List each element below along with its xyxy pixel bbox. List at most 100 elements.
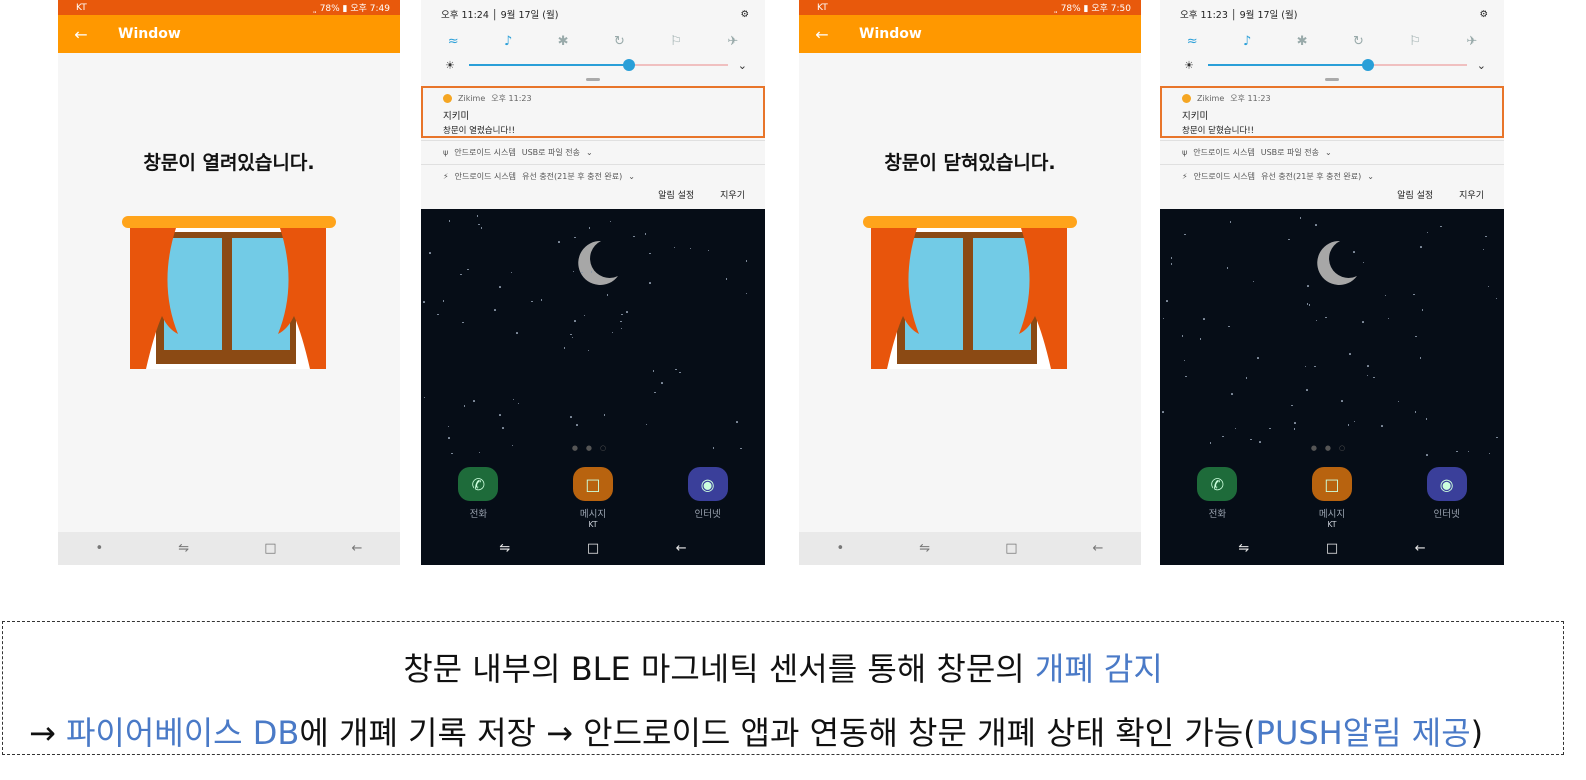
- home-icon[interactable]: □: [1005, 541, 1017, 556]
- internet-icon: ◉: [687, 467, 728, 501]
- expand-chevron-icon[interactable]: ⌄: [738, 59, 747, 72]
- chevron-down-icon[interactable]: ⌄: [628, 172, 635, 181]
- expand-chevron-icon[interactable]: ⌄: [1477, 59, 1486, 72]
- notification-body: 창문이 닫혔습니다!!: [1182, 126, 1255, 136]
- rotate-icon[interactable]: ↻: [1353, 34, 1364, 49]
- brightness-knob[interactable]: [623, 59, 636, 71]
- app-bar: ← Window: [799, 15, 1141, 53]
- back-icon[interactable]: ←: [1093, 541, 1104, 556]
- back-icon[interactable]: ←: [352, 541, 363, 556]
- star: [707, 249, 710, 252]
- drag-handle[interactable]: [1325, 78, 1339, 81]
- dock-internet[interactable]: ◉ 인터넷: [678, 467, 738, 529]
- caption-box: 창문 내부의 BLE 마그네틱 센서를 통해 창문의 개폐 감지 → 파이어베이…: [2, 621, 1564, 755]
- star: [1181, 335, 1183, 337]
- dock-internet[interactable]: ◉ 인터넷: [1417, 467, 1477, 529]
- brightness-slider[interactable]: [468, 59, 728, 71]
- caption-highlight: 파이어베이스 DB: [65, 714, 300, 752]
- star: [1381, 425, 1383, 427]
- caption-highlight: PUSH알림 제공: [1255, 714, 1471, 752]
- caption-text: 에 개폐 기록 저장 → 안드로이드 앱과 연동해 창문 개폐 상태 확인 가능…: [299, 714, 1256, 752]
- home-icon[interactable]: □: [1326, 541, 1338, 556]
- mute-icon[interactable]: ♪: [504, 34, 512, 49]
- home-icon[interactable]: □: [587, 541, 599, 556]
- back-arrow-icon[interactable]: ←: [799, 25, 845, 44]
- bluetooth-icon[interactable]: ✱: [1297, 34, 1308, 49]
- star: [1185, 375, 1187, 378]
- star: [652, 370, 655, 372]
- recent-apps-icon[interactable]: ⇋: [178, 541, 189, 556]
- chevron-down-icon[interactable]: ⌄: [586, 148, 593, 157]
- chevron-down-icon[interactable]: ⌄: [1367, 172, 1374, 181]
- settings-gear-icon[interactable]: ⚙: [1479, 9, 1488, 20]
- star: [1487, 285, 1490, 288]
- dock-phone[interactable]: ✆ 전화: [1187, 467, 1247, 529]
- star: [587, 349, 590, 352]
- flashlight-icon[interactable]: ⚐: [670, 34, 682, 49]
- bluetooth-icon[interactable]: ✱: [558, 34, 569, 49]
- back-arrow-icon[interactable]: ←: [58, 25, 104, 44]
- star: [1353, 251, 1355, 253]
- dock-messages[interactable]: □ 메시지 KT: [1302, 467, 1362, 529]
- star: [437, 313, 439, 316]
- rotate-icon[interactable]: ↻: [614, 34, 625, 49]
- dot-icon[interactable]: •: [837, 541, 845, 556]
- system-notification-usb[interactable]: ψ 안드로이드 시스템 USB로 파일 전송 ⌄: [421, 140, 765, 164]
- recent-apps-icon[interactable]: ⇋: [499, 541, 510, 556]
- clear-button[interactable]: 지우기: [1459, 188, 1484, 201]
- mute-icon[interactable]: ♪: [1243, 34, 1251, 49]
- star: [516, 332, 518, 334]
- dock-label: 전화: [1208, 509, 1227, 520]
- window-open-illustration: [122, 216, 336, 369]
- system-notification-usb[interactable]: ψ 안드로이드 시스템 USB로 파일 전송 ⌄: [1160, 140, 1504, 164]
- wifi-icon[interactable]: ≈: [1187, 34, 1198, 49]
- star: [1425, 418, 1428, 420]
- dock-phone[interactable]: ✆ 전화: [448, 467, 508, 529]
- star: [563, 347, 566, 349]
- star: [1415, 335, 1417, 338]
- caption-text: 창문 내부의 BLE 마그네틱 센서를 통해 창문의: [403, 650, 1035, 688]
- app-screen-closed: KT ͈ 78% ▮ 오후 7:50 ← Window 창문이 닫혀있습니다. …: [799, 0, 1141, 565]
- settings-gear-icon[interactable]: ⚙: [740, 9, 749, 20]
- home-icon[interactable]: □: [264, 541, 276, 556]
- clear-button[interactable]: 지우기: [720, 188, 745, 201]
- star: [1228, 325, 1230, 328]
- dock-messages[interactable]: □ 메시지 KT: [563, 467, 623, 529]
- notification-settings-button[interactable]: 알림 설정: [1397, 188, 1433, 201]
- push-notification[interactable]: Zikime 오후 11:23 지키미 창문이 닫혔습니다!!: [1160, 86, 1504, 138]
- drag-handle[interactable]: [586, 78, 600, 81]
- wifi-icon[interactable]: ≈: [448, 34, 459, 49]
- airplane-icon[interactable]: ✈: [727, 34, 738, 49]
- back-icon[interactable]: ←: [676, 541, 687, 556]
- app-dot-icon: [443, 94, 452, 103]
- brightness-knob[interactable]: [1362, 59, 1375, 71]
- star: [1234, 427, 1237, 430]
- dot-icon[interactable]: •: [96, 541, 104, 556]
- chevron-down-icon[interactable]: ⌄: [1325, 148, 1332, 157]
- brightness-slider[interactable]: [1207, 59, 1467, 71]
- system-notification-charging[interactable]: ⚡ 안드로이드 시스템 유선 충전(21분 후 충전 완료) ⌄: [421, 164, 765, 188]
- star: [1269, 427, 1271, 430]
- system-notification-charging[interactable]: ⚡ 안드로이드 시스템 유선 충전(21분 후 충전 완료) ⌄: [1160, 164, 1504, 188]
- back-icon[interactable]: ←: [1415, 541, 1426, 556]
- star: [462, 321, 464, 324]
- star: [1367, 365, 1369, 367]
- nav-bar: ⇋ □ ←: [1160, 532, 1504, 565]
- recent-apps-icon[interactable]: ⇋: [1238, 541, 1249, 556]
- star: [1307, 285, 1309, 287]
- dock-label: 메시지: [579, 509, 607, 520]
- star: [1362, 261, 1365, 264]
- star: [1294, 422, 1296, 424]
- notification-settings-button[interactable]: 알림 설정: [658, 188, 694, 201]
- star: [736, 421, 738, 423]
- star: [745, 260, 748, 262]
- star: [1299, 217, 1302, 219]
- airplane-icon[interactable]: ✈: [1466, 34, 1477, 49]
- star: [675, 368, 677, 371]
- star: [448, 220, 451, 222]
- recent-apps-icon[interactable]: ⇋: [919, 541, 930, 556]
- carrier-label: KT: [817, 2, 828, 13]
- push-notification[interactable]: Zikime 오후 11:23 지키미 창문이 열렸습니다!!: [421, 86, 765, 138]
- star: [1257, 357, 1259, 359]
- flashlight-icon[interactable]: ⚐: [1409, 34, 1421, 49]
